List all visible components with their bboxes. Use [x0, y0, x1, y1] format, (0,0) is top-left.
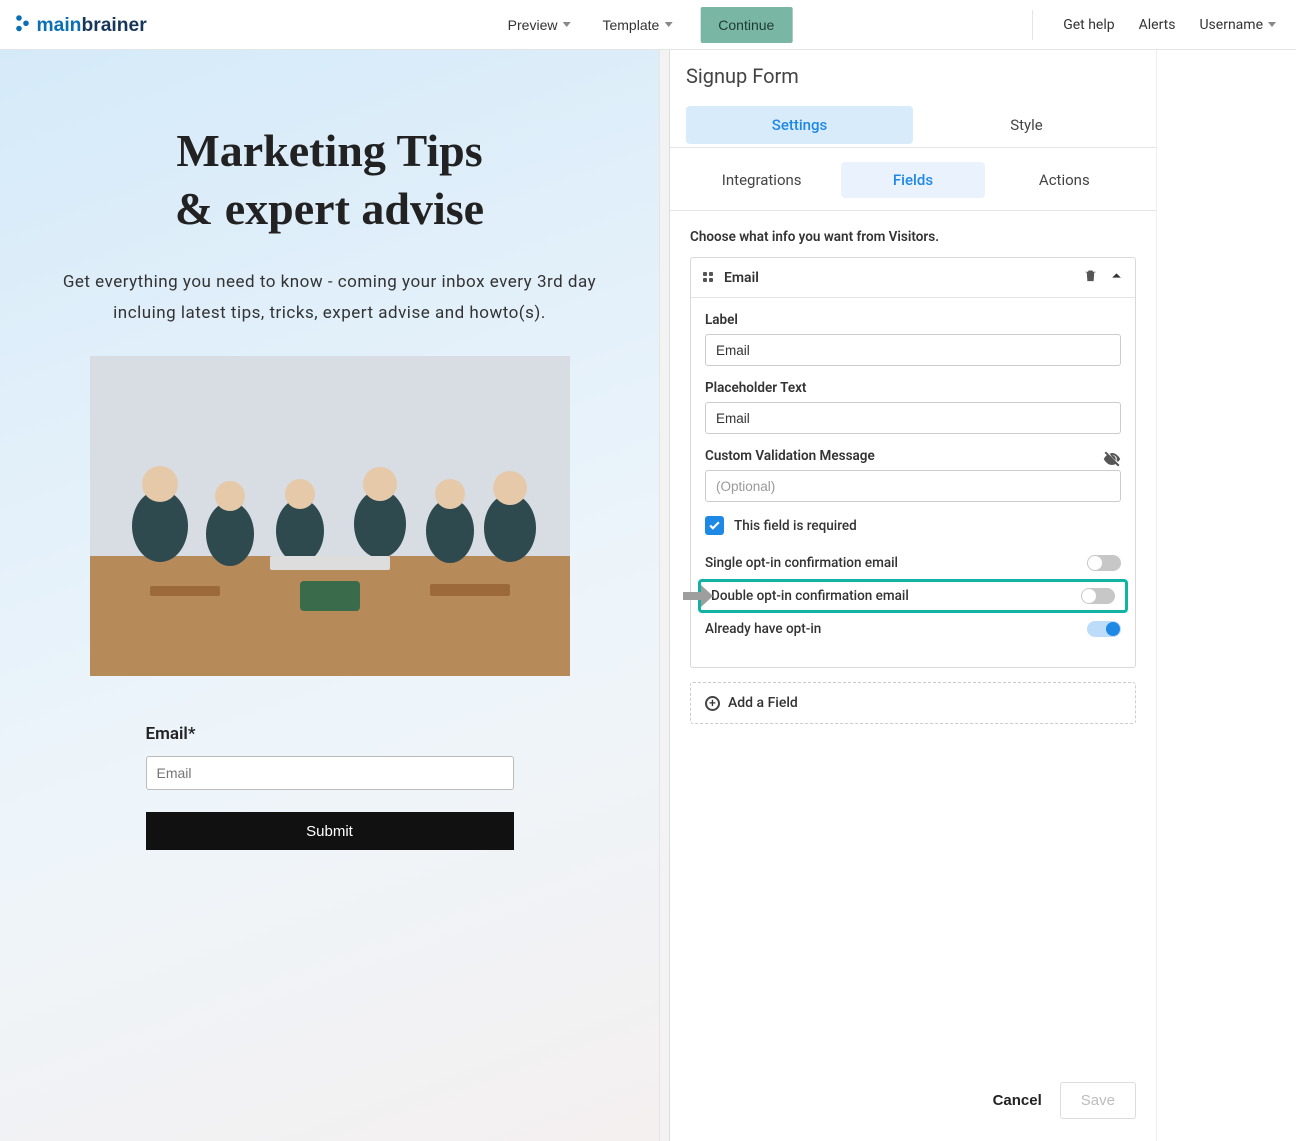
tab-style[interactable]: Style [913, 106, 1140, 144]
preview-submit-button[interactable]: Submit [146, 812, 514, 850]
required-label: This field is required [734, 518, 857, 534]
preview-label: Preview [508, 17, 558, 33]
topbar-center: Preview Template Continue [504, 7, 793, 43]
logo[interactable]: mainbrainer [8, 11, 196, 39]
topbar: mainbrainer Preview Template Continue Ge… [0, 0, 1296, 50]
right-ghost-panel [1156, 50, 1296, 1141]
field-card-body: Label Placeholder Text Custom Validation… [691, 298, 1135, 667]
hero-image [90, 356, 570, 676]
label-group: Label [705, 312, 1121, 366]
label-input[interactable] [705, 334, 1121, 366]
validation-label: Custom Validation Message [705, 448, 875, 464]
double-optin-toggle[interactable] [1081, 588, 1115, 604]
field-card-email: Email Label [690, 257, 1136, 668]
single-optin-row: Single opt-in confirmation email [705, 547, 1121, 579]
panel-body: Choose what info you want from Visitors.… [670, 211, 1156, 1060]
hero-subtitle: Get everything you need to know - coming… [50, 267, 610, 328]
required-checkbox-row[interactable]: This field is required [705, 516, 1121, 535]
single-optin-toggle[interactable] [1087, 555, 1121, 571]
cancel-button[interactable]: Cancel [989, 1084, 1046, 1117]
already-optin-row: Already have opt-in [705, 613, 1121, 645]
main: Marketing Tips & expert advise Get every… [0, 50, 1296, 1141]
subtab-integrations[interactable]: Integrations [690, 162, 833, 198]
field-card-actions [1083, 268, 1123, 287]
hero-title: Marketing Tips & expert advise [40, 122, 619, 237]
helper-text: Choose what info you want from Visitors. [690, 229, 1136, 245]
eye-off-icon[interactable] [1103, 450, 1121, 468]
preview-dropdown[interactable]: Preview [504, 11, 575, 39]
panel-gutter [660, 50, 670, 1141]
validation-group: Custom Validation Message [705, 448, 1121, 502]
panel-footer: Cancel Save [670, 1060, 1156, 1141]
save-button[interactable]: Save [1060, 1082, 1136, 1119]
trash-icon[interactable] [1083, 268, 1098, 287]
double-optin-label: Double opt-in confirmation email [711, 588, 909, 604]
sub-tabs: Integrations Fields Actions [670, 148, 1156, 211]
drag-handle-icon[interactable] [703, 272, 714, 283]
plus-circle-icon: + [705, 696, 720, 711]
get-help-link[interactable]: Get help [1051, 11, 1126, 39]
template-dropdown[interactable]: Template [598, 11, 676, 39]
chevron-down-icon [1268, 22, 1276, 27]
field-card-header: Email [691, 258, 1135, 298]
add-field-button[interactable]: + Add a Field [690, 682, 1136, 724]
chevron-down-icon [664, 22, 672, 27]
divider [1032, 10, 1033, 40]
preview-form: Email* Submit [146, 724, 514, 850]
hero: Marketing Tips & expert advise Get every… [0, 122, 659, 850]
placeholder-group: Placeholder Text [705, 380, 1121, 434]
settings-panel: Signup Form Settings Style Integrations … [670, 50, 1156, 1141]
canvas-preview: Marketing Tips & expert advise Get every… [0, 50, 660, 1141]
template-label: Template [602, 17, 659, 33]
username-dropdown[interactable]: Username [1187, 11, 1288, 39]
preview-email-label: Email* [146, 724, 514, 744]
chevron-down-icon [562, 22, 570, 27]
continue-button[interactable]: Continue [700, 7, 792, 43]
username-label: Username [1199, 17, 1263, 33]
single-optin-label: Single opt-in confirmation email [705, 555, 898, 571]
checkbox-checked-icon [705, 516, 724, 535]
field-card-title: Email [724, 270, 1073, 286]
chevron-up-icon[interactable] [1110, 269, 1123, 286]
preview-email-input[interactable] [146, 756, 514, 790]
placeholder-label: Placeholder Text [705, 380, 1121, 396]
already-optin-label: Already have opt-in [705, 621, 821, 637]
hero-title-line2: & expert advise [175, 183, 484, 234]
subtab-fields[interactable]: Fields [841, 162, 984, 198]
topbar-right: Get help Alerts Username [1032, 0, 1288, 49]
subtab-actions[interactable]: Actions [993, 162, 1136, 198]
svg-text:mainbrainer: mainbrainer [37, 15, 148, 36]
placeholder-input[interactable] [705, 402, 1121, 434]
validation-input[interactable] [705, 470, 1121, 502]
alerts-link[interactable]: Alerts [1127, 11, 1188, 39]
double-optin-row: Double opt-in confirmation email [698, 579, 1128, 613]
main-tabs: Settings Style [670, 102, 1156, 148]
hero-title-line1: Marketing Tips [176, 125, 482, 176]
tab-settings[interactable]: Settings [686, 106, 913, 144]
panel-title: Signup Form [670, 50, 1156, 102]
arrow-right-icon [683, 585, 713, 607]
label-label: Label [705, 312, 1121, 328]
already-optin-toggle[interactable] [1087, 621, 1121, 637]
add-field-label: Add a Field [728, 695, 798, 711]
